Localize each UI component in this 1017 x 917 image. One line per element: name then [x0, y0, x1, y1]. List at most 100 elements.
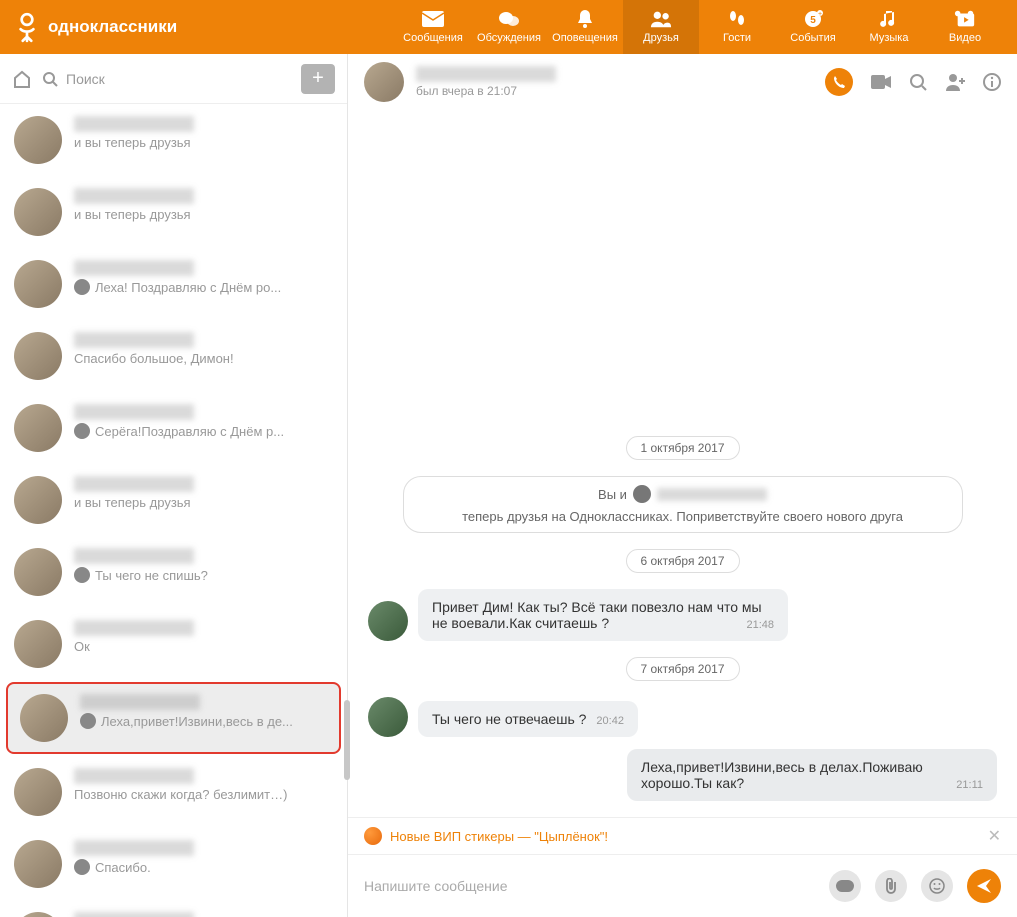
new-chat-button[interactable]: + [301, 64, 335, 94]
mini-avatar-icon [74, 423, 90, 439]
search-placeholder: Поиск [66, 71, 105, 87]
chat-search-icon[interactable] [909, 73, 927, 91]
promo-close-icon[interactable]: ✕ [988, 826, 1001, 846]
nav-friends[interactable]: Друзья [623, 0, 699, 54]
message-avatar[interactable] [368, 697, 408, 737]
chat-icon [498, 10, 520, 28]
nav-label: События [790, 32, 835, 44]
conversation-preview: Ок [74, 639, 333, 654]
conversation-name [74, 768, 194, 784]
nav-messages[interactable]: Сообщения [395, 0, 471, 54]
sidebar: Поиск + и вы теперь друзьяи вы теперь др… [0, 54, 348, 917]
system-avatar [633, 485, 651, 503]
chat-header: был вчера в 21:07 [348, 54, 1017, 110]
nav-video[interactable]: Видео [927, 0, 1003, 54]
sidebar-scrollbar[interactable] [344, 700, 350, 780]
message-time: 20:42 [596, 715, 624, 727]
compose-bar [348, 854, 1017, 917]
conversation-item[interactable]: и вы теперь друзья [0, 104, 347, 176]
sticker-icon[interactable] [921, 870, 953, 902]
conversation-name [74, 476, 194, 492]
send-button[interactable] [967, 869, 1001, 903]
games-icon[interactable] [829, 870, 861, 902]
messages-area: 1 октября 2017 Вы и теперь друзья на Одн… [348, 110, 1017, 817]
chat-pane: был вчера в 21:07 1 октября 2017 Вы и те… [348, 54, 1017, 917]
nav-events[interactable]: 5+ События [775, 0, 851, 54]
conversation-avatar [14, 404, 62, 452]
envelope-icon [422, 10, 444, 28]
info-icon[interactable] [983, 73, 1001, 91]
conversation-item[interactable]: Ок [0, 608, 347, 680]
conversation-avatar [14, 260, 62, 308]
svg-text:+: + [818, 11, 822, 18]
conversation-item[interactable]: Ты чего не спишь? [0, 536, 347, 608]
search-icon [42, 71, 58, 87]
conversation-preview: и вы теперь друзья [74, 495, 333, 510]
conversation-avatar [20, 694, 68, 742]
message-input[interactable] [364, 878, 815, 894]
message-avatar[interactable] [368, 601, 408, 641]
conversation-item[interactable]: Спасибо. [0, 828, 347, 900]
conversation-preview: Леха,привет!Извини,весь в де... [80, 713, 327, 729]
nav-label: Друзья [643, 32, 679, 44]
call-button[interactable] [825, 68, 853, 96]
conversation-item[interactable]: Спасибо большое, Димон! [0, 320, 347, 392]
nav-notifications[interactable]: Оповещения [547, 0, 623, 54]
svg-text:5: 5 [810, 15, 816, 26]
conversation-preview: Спасибо. [74, 859, 333, 875]
top-nav: Сообщения Обсуждения Оповещения Друзья Г… [395, 0, 1003, 54]
mini-avatar-icon [74, 279, 90, 295]
nav-label: Сообщения [403, 32, 463, 44]
conversation-name [74, 116, 194, 132]
conversation-preview: Ты чего не спишь? [74, 567, 333, 583]
footprints-icon [726, 10, 748, 28]
conversation-name [74, 620, 194, 636]
nav-discussions[interactable]: Обсуждения [471, 0, 547, 54]
logo[interactable]: одноклассники [14, 11, 177, 43]
sidebar-top: Поиск + [0, 54, 347, 104]
chat-avatar[interactable] [364, 62, 404, 102]
nav-label: Музыка [870, 32, 909, 44]
chat-status: был вчера в 21:07 [416, 84, 813, 98]
conversation-list: и вы теперь друзья и вы теперь друзья Леха… [0, 104, 347, 917]
conversation-preview: и вы теперь друзья [74, 207, 333, 222]
conversation-item[interactable]: и вы теперь друзья [0, 464, 347, 536]
conversation-preview: Спасибо большое, Димон! [74, 351, 333, 366]
nav-label: Обсуждения [477, 32, 541, 44]
conversation-item[interactable]: Серёга!Поздравляю с Днём р... [0, 392, 347, 464]
attach-icon[interactable] [875, 870, 907, 902]
video-call-icon[interactable] [871, 75, 891, 89]
conversation-preview: Позвоню скажи когда? безлимит…) [74, 787, 333, 802]
conversation-item[interactable]: и вы теперь друзья [0, 176, 347, 248]
message-bubble[interactable]: Привет Дим! Как ты? Всё таки повезло нам… [418, 589, 788, 641]
chat-header-actions [825, 68, 1001, 96]
message-bubble[interactable]: Леха,привет!Извини,весь в делах.Поживаю … [627, 749, 997, 801]
add-user-icon[interactable] [945, 73, 965, 91]
chat-contact-name [416, 66, 556, 82]
conversation-item[interactable]: Нормалек [0, 900, 347, 917]
conversation-name [74, 332, 194, 348]
conversation-item[interactable]: Леха! Поздравляю с Днём ро... [0, 248, 347, 320]
nav-music[interactable]: Музыка [851, 0, 927, 54]
conversation-preview: Леха! Поздравляю с Днём ро... [74, 279, 333, 295]
conversation-item[interactable]: Леха,привет!Извини,весь в де... [6, 682, 341, 754]
conversation-avatar [14, 768, 62, 816]
message-bubble[interactable]: Ты чего не отвечаешь ?20:42 [418, 701, 638, 737]
conversation-item[interactable]: Позвоню скажи когда? безлимит…) [0, 756, 347, 828]
conversation-name [74, 188, 194, 204]
nav-label: Видео [949, 32, 981, 44]
search-input[interactable]: Поиск [42, 71, 291, 87]
conversation-preview: и вы теперь друзья [74, 135, 333, 150]
conversation-name [74, 912, 194, 917]
home-icon[interactable] [12, 69, 32, 89]
conversation-avatar [14, 548, 62, 596]
mini-avatar-icon [74, 859, 90, 875]
promo-bar[interactable]: Новые ВИП стикеры — "Цыплёнок"! ✕ [348, 817, 1017, 854]
conversation-avatar [14, 912, 62, 917]
nav-guests[interactable]: Гости [699, 0, 775, 54]
conversation-name [74, 840, 194, 856]
system-message: Вы и теперь друзья на Одноклассниках. По… [403, 476, 963, 533]
brand-text: одноклассники [48, 17, 177, 37]
conversation-avatar [14, 116, 62, 164]
date-separator: 1 октября 2017 [626, 436, 740, 460]
